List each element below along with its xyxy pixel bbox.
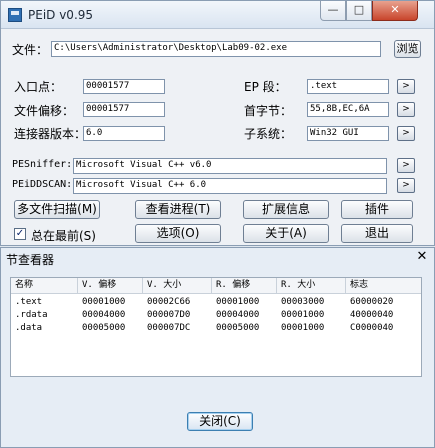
maximize-button[interactable]: □ <box>346 1 372 21</box>
pesniffer-arrow-button[interactable]: > <box>397 158 415 173</box>
title-bar[interactable]: PEiD v0.95 — □ ✕ <box>1 1 434 29</box>
file-offset-field[interactable]: 00001577 <box>83 102 165 117</box>
table-row[interactable]: .rdata 00004000 000007D0 00004000 000010… <box>11 309 421 322</box>
cell-voffset: 00001000 <box>82 297 126 307</box>
column-header-name[interactable]: 名称 <box>11 278 78 294</box>
column-header-flags[interactable]: 标志 <box>346 278 421 294</box>
section-viewer-close-button[interactable]: 关闭(C) <box>187 412 253 431</box>
linker-version-label: 连接器版本： <box>14 127 87 141</box>
table-row[interactable]: .text 00001000 00002C66 00001000 0000300… <box>11 296 421 309</box>
cell-roffset: 00001000 <box>216 297 260 307</box>
entry-point-field[interactable]: 00001577 <box>83 79 165 94</box>
peiddscan-label: PEiDDSCAN: <box>12 179 73 190</box>
pesniffer-label: PESniffer: <box>12 159 73 170</box>
section-table[interactable]: 名称 V. 偏移 V. 大小 R. 偏移 R. 大小 标志 .text 0000… <box>10 277 422 377</box>
cell-vsize: 000007DC <box>147 323 191 333</box>
file-path-input[interactable]: C:\Users\Administrator\Desktop\Lab09-02.… <box>51 41 381 57</box>
first-bytes-label: 首字节： <box>244 104 293 118</box>
table-row[interactable]: .data 00005000 000007DC 00005000 0000100… <box>11 322 421 335</box>
cell-flags: 60000020 <box>350 297 394 307</box>
subsystem-field[interactable]: Win32 GUI <box>307 126 389 141</box>
section-table-header: 名称 V. 偏移 V. 大小 R. 偏移 R. 大小 标志 <box>11 278 421 294</box>
ep-section-field[interactable]: .text <box>307 79 389 94</box>
cell-vsize: 00002C66 <box>147 297 191 307</box>
pesniffer-field[interactable]: Microsoft Visual C++ v6.0 <box>73 158 387 174</box>
plugins-button[interactable]: 插件 <box>341 200 413 219</box>
linker-version-field[interactable]: 6.0 <box>83 126 165 141</box>
cell-rsize: 00003000 <box>281 297 325 307</box>
cell-voffset: 00005000 <box>82 323 126 333</box>
cell-flags: C0000040 <box>350 323 394 333</box>
file-offset-label: 文件偏移： <box>14 104 75 118</box>
peiddscan-field[interactable]: Microsoft Visual C++ 6.0 <box>73 178 387 194</box>
cell-rsize: 00001000 <box>281 310 325 320</box>
cell-flags: 40000040 <box>350 310 394 320</box>
browse-button[interactable]: 浏览 <box>394 40 421 58</box>
section-viewer-window: 节查看器 ✕ 名称 V. 偏移 V. 大小 R. 偏移 R. 大小 标志 .te… <box>0 247 435 448</box>
column-header-rsize[interactable]: R. 大小 <box>277 278 346 294</box>
task-viewer-button[interactable]: 查看进程(T) <box>135 200 221 219</box>
always-on-top-label[interactable]: 总在最前(S) <box>31 227 96 244</box>
first-bytes-arrow-button[interactable]: > <box>397 102 415 117</box>
section-viewer-close-icon[interactable]: ✕ <box>415 250 429 264</box>
ep-section-label: EP 段： <box>244 80 287 94</box>
cell-name: .rdata <box>15 310 48 320</box>
extra-info-button[interactable]: 扩展信息 <box>243 200 329 219</box>
cell-roffset: 00005000 <box>216 323 260 333</box>
minimize-button[interactable]: — <box>320 1 346 21</box>
cell-name: .text <box>15 297 43 307</box>
window-title: PEiD v0.95 <box>28 8 94 22</box>
entry-point-label: 入口点： <box>14 80 63 94</box>
column-header-voffset[interactable]: V. 偏移 <box>78 278 143 294</box>
app-icon <box>8 8 22 22</box>
exit-button[interactable]: 退出 <box>341 224 413 243</box>
subsystem-label: 子系统： <box>244 127 293 141</box>
cell-rsize: 00001000 <box>281 323 325 333</box>
ep-section-arrow-button[interactable]: > <box>397 79 415 94</box>
column-header-roffset[interactable]: R. 偏移 <box>212 278 277 294</box>
peid-window: PEiD v0.95 — □ ✕ 文件： C:\Users\Administra… <box>0 0 435 246</box>
about-button[interactable]: 关于(A) <box>243 224 329 243</box>
subsystem-arrow-button[interactable]: > <box>397 126 415 141</box>
column-header-vsize[interactable]: V. 大小 <box>143 278 212 294</box>
cell-name: .data <box>15 323 43 333</box>
multi-scan-button[interactable]: 多文件扫描(M) <box>14 200 100 219</box>
cell-voffset: 00004000 <box>82 310 126 320</box>
options-button[interactable]: 选项(O) <box>135 224 221 243</box>
always-on-top-checkbox[interactable]: ✓ <box>14 228 26 240</box>
cell-roffset: 00004000 <box>216 310 260 320</box>
close-button[interactable]: ✕ <box>372 1 418 21</box>
first-bytes-field[interactable]: 55,8B,EC,6A <box>307 102 389 117</box>
section-viewer-title: 节查看器 <box>6 253 55 267</box>
cell-vsize: 000007D0 <box>147 310 191 320</box>
file-label: 文件： <box>12 43 49 57</box>
peiddscan-arrow-button[interactable]: > <box>397 178 415 193</box>
